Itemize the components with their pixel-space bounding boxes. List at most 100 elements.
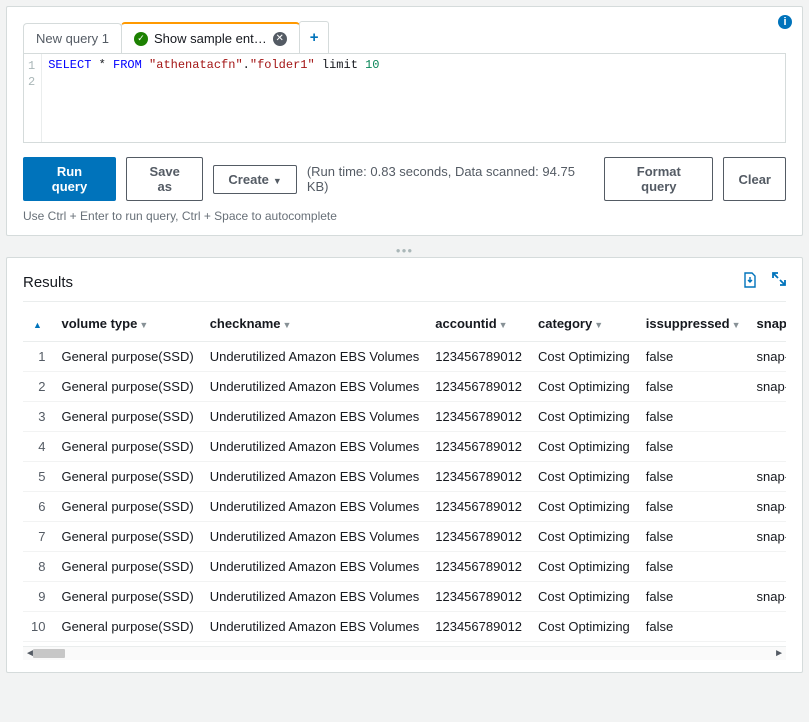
- cell-accountid: 123456789012: [427, 432, 530, 462]
- results-table-wrap[interactable]: ▲ volume type▼ checkname▼ accountid▼ cat…: [23, 306, 786, 642]
- query-editor-panel: i New query 1 ✓ Show sample ent… ✕ + 12 …: [6, 6, 803, 236]
- table-row: 1General purpose(SSD)Underutilized Amazo…: [23, 342, 786, 372]
- cell-index: 6: [23, 492, 53, 522]
- cell-issuppressed: false: [638, 582, 749, 612]
- cell-volume-type: General purpose(SSD): [53, 342, 201, 372]
- table-row: 10General purpose(SSD)Underutilized Amaz…: [23, 612, 786, 642]
- cell-snapshot: snap-0d4: [749, 342, 786, 372]
- format-query-button[interactable]: Format query: [604, 157, 713, 201]
- code-area[interactable]: SELECT * FROM "athenatacfn"."folder1" li…: [42, 54, 785, 142]
- cell-accountid: 123456789012: [427, 462, 530, 492]
- cell-issuppressed: false: [638, 432, 749, 462]
- run-query-button[interactable]: Run query: [23, 157, 116, 201]
- tab-label: New query 1: [36, 31, 109, 46]
- table-row: 2General purpose(SSD)Underutilized Amazo…: [23, 372, 786, 402]
- cell-accountid: 123456789012: [427, 582, 530, 612]
- save-as-button[interactable]: Save as: [126, 157, 203, 201]
- table-row: 6General purpose(SSD)Underutilized Amazo…: [23, 492, 786, 522]
- cell-checkname: Underutilized Amazon EBS Volumes: [202, 552, 428, 582]
- cell-volume-type: General purpose(SSD): [53, 582, 201, 612]
- col-checkname[interactable]: checkname▼: [202, 306, 428, 342]
- cell-category: Cost Optimizing: [530, 462, 638, 492]
- info-icon[interactable]: i: [778, 15, 792, 29]
- cell-category: Cost Optimizing: [530, 402, 638, 432]
- results-title: Results: [23, 274, 73, 291]
- horizontal-scrollbar[interactable]: ◄ ►: [23, 646, 786, 660]
- cell-volume-type: General purpose(SSD): [53, 372, 201, 402]
- cell-category: Cost Optimizing: [530, 342, 638, 372]
- cell-volume-type: General purpose(SSD): [53, 462, 201, 492]
- cell-category: Cost Optimizing: [530, 522, 638, 552]
- cell-accountid: 123456789012: [427, 342, 530, 372]
- sql-editor[interactable]: 12 SELECT * FROM "athenatacfn"."folder1"…: [23, 53, 786, 143]
- cell-snapshot: snap-0a5: [749, 492, 786, 522]
- col-volume-type[interactable]: volume type▼: [53, 306, 201, 342]
- cell-issuppressed: false: [638, 342, 749, 372]
- cell-index: 4: [23, 432, 53, 462]
- cell-checkname: Underutilized Amazon EBS Volumes: [202, 582, 428, 612]
- close-icon[interactable]: ✕: [273, 32, 287, 46]
- keyboard-hint: Use Ctrl + Enter to run query, Ctrl + Sp…: [23, 209, 786, 223]
- cell-checkname: Underutilized Amazon EBS Volumes: [202, 432, 428, 462]
- cell-snapshot: [749, 612, 786, 642]
- cell-snapshot: [749, 432, 786, 462]
- cell-snapshot: snap-06b: [749, 372, 786, 402]
- create-button[interactable]: Create▼: [213, 165, 296, 194]
- table-row: 4General purpose(SSD)Underutilized Amazo…: [23, 432, 786, 462]
- cell-category: Cost Optimizing: [530, 492, 638, 522]
- cell-accountid: 123456789012: [427, 492, 530, 522]
- col-issuppressed[interactable]: issuppressed▼: [638, 306, 749, 342]
- cell-category: Cost Optimizing: [530, 372, 638, 402]
- cell-issuppressed: false: [638, 462, 749, 492]
- cell-issuppressed: false: [638, 372, 749, 402]
- table-row: 9General purpose(SSD)Underutilized Amazo…: [23, 582, 786, 612]
- clear-button[interactable]: Clear: [723, 157, 786, 201]
- cell-snapshot: [749, 402, 786, 432]
- tab-new-query-1[interactable]: New query 1: [23, 23, 122, 53]
- table-row: 8General purpose(SSD)Underutilized Amazo…: [23, 552, 786, 582]
- cell-volume-type: General purpose(SSD): [53, 612, 201, 642]
- tab-show-sample[interactable]: ✓ Show sample ent… ✕: [121, 22, 300, 53]
- expand-icon[interactable]: [772, 272, 786, 293]
- query-tabs: New query 1 ✓ Show sample ent… ✕ +: [23, 21, 786, 53]
- download-icon[interactable]: [742, 272, 758, 293]
- cell-volume-type: General purpose(SSD): [53, 522, 201, 552]
- cell-index: 2: [23, 372, 53, 402]
- col-snapshot[interactable]: snapshot: [749, 306, 786, 342]
- scroll-right-icon[interactable]: ►: [772, 647, 786, 660]
- add-tab-button[interactable]: +: [299, 21, 330, 53]
- scroll-thumb[interactable]: [33, 649, 65, 658]
- cell-snapshot: snap-0ef4: [749, 462, 786, 492]
- tab-label: Show sample ent…: [154, 31, 267, 46]
- cell-checkname: Underutilized Amazon EBS Volumes: [202, 612, 428, 642]
- cell-accountid: 123456789012: [427, 552, 530, 582]
- cell-index: 7: [23, 522, 53, 552]
- cell-checkname: Underutilized Amazon EBS Volumes: [202, 402, 428, 432]
- cell-index: 3: [23, 402, 53, 432]
- cell-snapshot: [749, 552, 786, 582]
- runtime-text: (Run time: 0.83 seconds, Data scanned: 9…: [307, 164, 594, 194]
- cell-accountid: 123456789012: [427, 402, 530, 432]
- cell-volume-type: General purpose(SSD): [53, 432, 201, 462]
- col-category[interactable]: category▼: [530, 306, 638, 342]
- sort-icon: ▼: [499, 320, 508, 330]
- cell-volume-type: General purpose(SSD): [53, 492, 201, 522]
- cell-volume-type: General purpose(SSD): [53, 402, 201, 432]
- col-accountid[interactable]: accountid▼: [427, 306, 530, 342]
- sort-icon: ▼: [283, 320, 292, 330]
- chevron-down-icon: ▼: [273, 176, 282, 186]
- cell-issuppressed: false: [638, 402, 749, 432]
- cell-snapshot: snap-078: [749, 522, 786, 552]
- cell-category: Cost Optimizing: [530, 582, 638, 612]
- sort-icon: ▼: [594, 320, 603, 330]
- panel-resize-handle[interactable]: ●●●: [6, 244, 803, 257]
- cell-category: Cost Optimizing: [530, 552, 638, 582]
- cell-index: 5: [23, 462, 53, 492]
- cell-issuppressed: false: [638, 612, 749, 642]
- cell-checkname: Underutilized Amazon EBS Volumes: [202, 342, 428, 372]
- cell-index: 8: [23, 552, 53, 582]
- cell-accountid: 123456789012: [427, 522, 530, 552]
- sort-asc-icon: ▲: [33, 320, 42, 330]
- col-index[interactable]: ▲: [23, 306, 53, 342]
- cell-issuppressed: false: [638, 552, 749, 582]
